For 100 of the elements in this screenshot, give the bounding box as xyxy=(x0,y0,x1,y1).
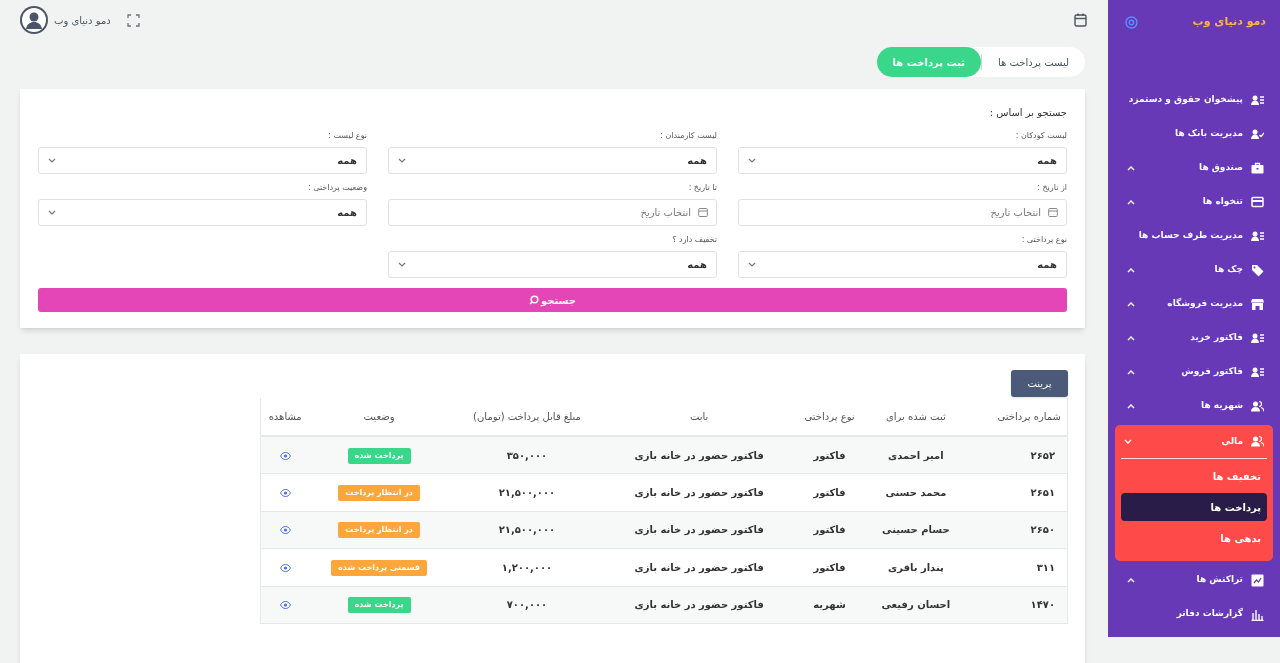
field-label: لیست کودکان : xyxy=(1014,130,1067,142)
list-user-icon xyxy=(1251,229,1264,243)
list-user-icon xyxy=(1251,365,1264,379)
submenu-item[interactable]: پرداخت ها xyxy=(1121,493,1267,521)
list-user-icon xyxy=(1251,331,1264,345)
table-cell: ۳۱۱ xyxy=(965,548,1068,586)
table-cell: فاکتور حضور در خانه بازی xyxy=(605,586,794,624)
bar-chart-icon xyxy=(1251,607,1264,621)
select-field[interactable]: همه xyxy=(738,251,1067,278)
caret-icon xyxy=(1127,403,1135,409)
search-icon xyxy=(529,295,540,305)
table-cell: ۲۱,۵۰۰,۰۰۰ xyxy=(448,511,606,549)
user-check-icon xyxy=(1251,127,1264,141)
calendar-icon xyxy=(1048,207,1058,217)
chevron-down-icon xyxy=(748,158,756,163)
select-field[interactable]: همه xyxy=(38,147,367,174)
status-tag: در انتظار پرداخت xyxy=(338,484,420,501)
table-cell: پندار باقری xyxy=(865,548,966,586)
caret-icon xyxy=(1127,369,1135,375)
sidebar-item[interactable]: چک ها xyxy=(1115,253,1273,287)
select-field[interactable]: همه xyxy=(38,199,367,226)
table-cell: احسان رفیعی xyxy=(865,586,966,624)
status-tag: قسمتی پرداخت شده xyxy=(331,559,427,576)
sidebar-item[interactable]: صندوق ها xyxy=(1115,151,1273,185)
table-cell: محمد حسنی xyxy=(865,473,966,511)
sidebar-item[interactable]: تنخواه ها xyxy=(1115,185,1273,219)
users-icon xyxy=(1251,399,1264,413)
view-icon[interactable] xyxy=(279,526,291,535)
table-cell: فاکتور حضور در خانه بازی xyxy=(605,473,794,511)
table-cell: ۲۱,۵۰۰,۰۰۰ xyxy=(448,473,606,511)
print-button[interactable]: پرینت xyxy=(1011,370,1068,397)
column-header: مبلغ قابل پرداخت (تومان) xyxy=(448,398,606,436)
chevron-down-icon xyxy=(48,158,56,163)
caret-icon xyxy=(1127,301,1135,307)
table-cell: ۲۶۵۲ xyxy=(965,436,1068,474)
field-label: نوع لیست : xyxy=(327,130,367,142)
tab[interactable]: لیست پرداخت ها xyxy=(982,47,1085,77)
column-header: وضعیت xyxy=(309,398,449,436)
caret-icon xyxy=(1127,165,1135,171)
field-label: نوع پرداختی : xyxy=(1020,234,1067,246)
sidebar-item[interactable]: مدیریت بانک ها xyxy=(1115,117,1273,151)
store-icon xyxy=(1251,297,1264,311)
sidebar-item[interactable]: تراکنش ها xyxy=(1115,563,1273,597)
table-cell: فاکتور حضور در خانه بازی xyxy=(605,548,794,586)
status-tag: پرداخت شده xyxy=(347,447,411,464)
date-field[interactable]: انتخاب تاریخ xyxy=(388,199,717,226)
chevron-down-icon xyxy=(48,210,56,215)
sidebar-item[interactable]: شهریه ها xyxy=(1115,389,1273,423)
search-button[interactable]: جستجو xyxy=(38,288,1067,312)
sidebar-item[interactable]: مدیریت فروشگاه xyxy=(1115,287,1273,321)
avatar-icon[interactable] xyxy=(20,6,48,34)
chart-icon xyxy=(1251,573,1264,587)
caret-icon xyxy=(1127,199,1135,205)
table-cell: فاکتور حضور در خانه بازی xyxy=(605,511,794,549)
column-header: مشاهده xyxy=(260,398,310,436)
table-cell: فاکتور xyxy=(793,548,866,586)
column-header: نوع پرداختی xyxy=(793,398,866,436)
sidebar-item[interactable]: گزارشات دفاتر xyxy=(1115,597,1273,631)
date-field[interactable]: انتخاب تاریخ xyxy=(738,199,1067,226)
view-icon[interactable] xyxy=(279,563,291,572)
target-icon[interactable] xyxy=(1125,15,1138,29)
table-cell: امیر احمدی xyxy=(865,436,966,474)
list-user-icon xyxy=(1251,93,1264,107)
table-cell: ۷۰۰,۰۰۰ xyxy=(448,586,606,624)
sidebar-item[interactable]: مدیریت طرف حساب ها xyxy=(1115,219,1273,253)
field-label: وضعیت پرداختی : xyxy=(306,182,367,194)
table-cell: شهریه xyxy=(793,586,866,624)
table-cell: فاکتور xyxy=(793,473,866,511)
view-icon[interactable] xyxy=(279,601,291,610)
search-title: جستجو بر اساس : xyxy=(988,106,1067,120)
sidebar-item[interactable]: فاکتور فروش xyxy=(1115,355,1273,389)
chevron-down-icon xyxy=(398,158,406,163)
sidebar-item[interactable]: فاکتور خرید xyxy=(1115,321,1273,355)
field-label: لیست کارمندان : xyxy=(659,130,717,142)
user-name: دمو دنیای وب xyxy=(54,13,111,28)
view-icon[interactable] xyxy=(279,451,291,460)
field-label: از تاریخ : xyxy=(1036,182,1067,194)
select-field[interactable]: همه xyxy=(388,251,717,278)
tag-icon xyxy=(1251,263,1264,277)
caret-icon xyxy=(1127,577,1135,583)
table-cell: فاکتور xyxy=(793,511,866,549)
table-cell: ۲۶۵۰ xyxy=(965,511,1068,549)
caret-icon xyxy=(1124,439,1132,444)
fullscreen-icon[interactable] xyxy=(126,13,140,27)
brand-title: دمو دنیای وب xyxy=(1192,13,1266,30)
column-header: شماره پرداختی xyxy=(965,398,1068,436)
calendar-icon[interactable] xyxy=(1074,13,1087,27)
sidebar-item[interactable]: پیشخوان حقوق و دستمزد xyxy=(1115,83,1273,117)
table-cell: ۲۶۵۱ xyxy=(965,473,1068,511)
table-cell: فاکتور xyxy=(793,436,866,474)
status-tag: پرداخت شده xyxy=(347,597,411,614)
briefcase-icon xyxy=(1251,161,1264,175)
column-header: ثبت شده برای xyxy=(865,398,966,436)
table-cell: فاکتور حضور در خانه بازی xyxy=(605,436,794,474)
view-icon[interactable] xyxy=(279,488,291,497)
field-label: تا تاریخ : xyxy=(687,182,717,194)
select-field[interactable]: همه xyxy=(388,147,717,174)
select-field[interactable]: همه xyxy=(738,147,1067,174)
status-tag: در انتظار پرداخت xyxy=(338,522,420,539)
chevron-down-icon xyxy=(398,262,406,267)
